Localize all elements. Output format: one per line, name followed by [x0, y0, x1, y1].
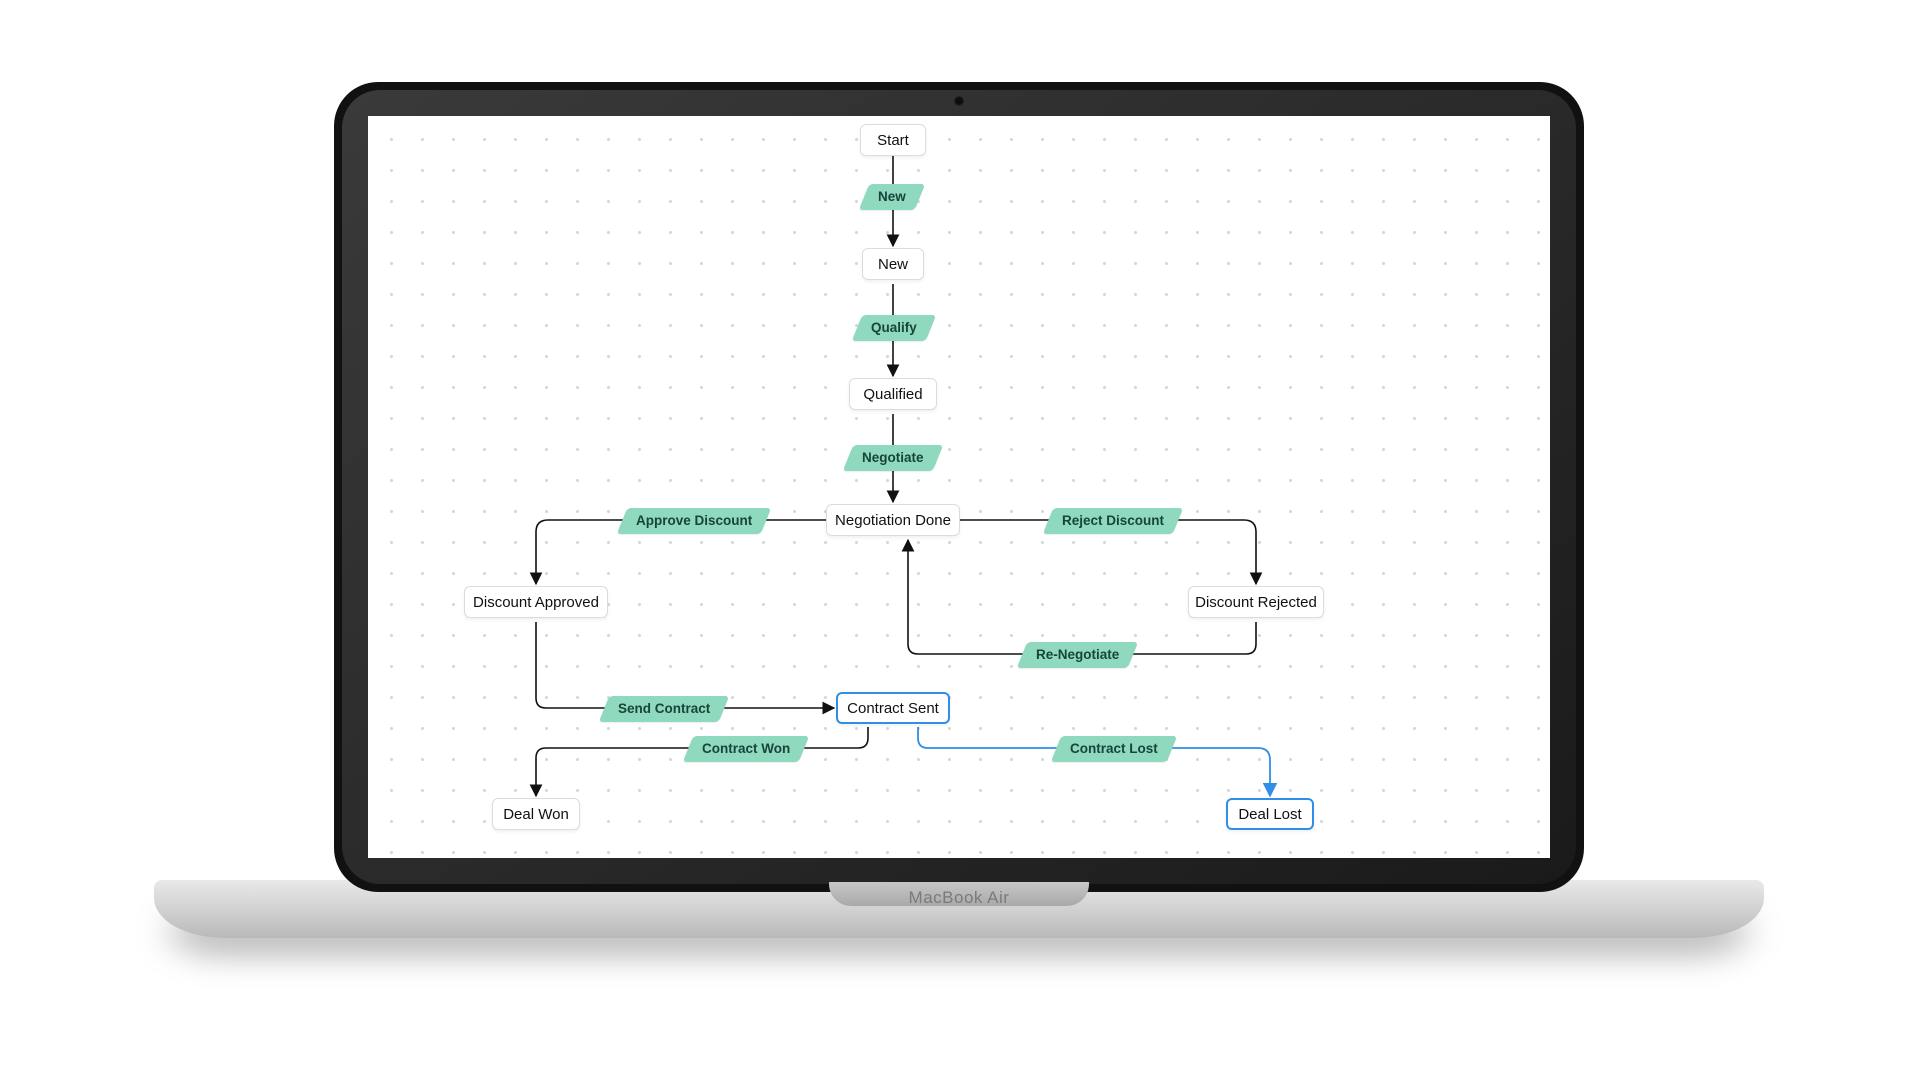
laptop-lid: Start New Qualified Negotiation Done Dis… [334, 82, 1584, 892]
node-label: New [878, 256, 908, 273]
node-label: Negotiation Done [835, 512, 951, 529]
node-label: Deal Won [503, 806, 569, 823]
transition-contract-won[interactable]: Contract Won [683, 736, 810, 762]
node-negotiation-done[interactable]: Negotiation Done [826, 504, 960, 536]
node-discount-rejected[interactable]: Discount Rejected [1188, 586, 1324, 618]
node-start[interactable]: Start [860, 124, 926, 156]
transition-renegotiate[interactable]: Re-Negotiate [1017, 642, 1139, 668]
transition-negotiate[interactable]: Negotiate [843, 445, 943, 471]
node-label: Start [877, 132, 909, 149]
laptop-brand: MacBook Air [334, 888, 1584, 908]
node-label: Qualified [863, 386, 922, 403]
flowchart-canvas[interactable]: Start New Qualified Negotiation Done Dis… [368, 116, 1550, 858]
screen: Start New Qualified Negotiation Done Dis… [368, 116, 1550, 858]
node-new[interactable]: New [862, 248, 924, 280]
node-label: Contract Sent [847, 700, 939, 717]
transition-approve-discount[interactable]: Approve Discount [617, 508, 772, 534]
node-deal-lost[interactable]: Deal Lost [1226, 798, 1314, 830]
node-label: Discount Rejected [1195, 594, 1317, 611]
camera-icon [954, 96, 964, 106]
transition-contract-lost[interactable]: Contract Lost [1051, 736, 1177, 762]
node-qualified[interactable]: Qualified [849, 378, 937, 410]
transition-send-contract[interactable]: Send Contract [599, 696, 730, 722]
node-deal-won[interactable]: Deal Won [492, 798, 580, 830]
connectors [368, 116, 1550, 858]
node-discount-approved[interactable]: Discount Approved [464, 586, 608, 618]
node-label: Deal Lost [1238, 806, 1301, 823]
node-contract-sent[interactable]: Contract Sent [836, 692, 950, 724]
laptop-mockup: Start New Qualified Negotiation Done Dis… [334, 82, 1584, 962]
transition-qualify[interactable]: Qualify [852, 315, 936, 341]
transition-reject-discount[interactable]: Reject Discount [1043, 508, 1184, 534]
transition-new[interactable]: New [859, 184, 925, 210]
node-label: Discount Approved [473, 594, 599, 611]
